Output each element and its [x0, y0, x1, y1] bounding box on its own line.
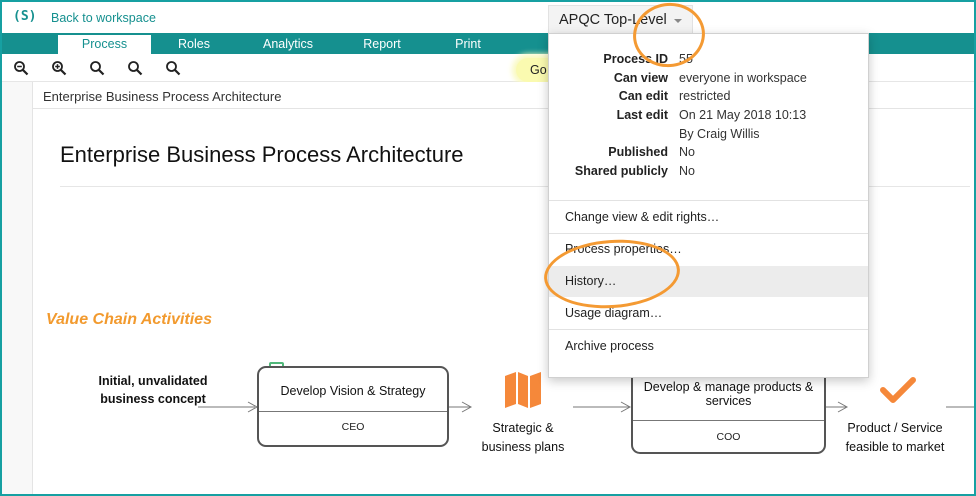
- detail-value: No: [679, 164, 695, 178]
- zoom-in-icon[interactable]: [51, 60, 67, 76]
- process-role: CEO: [341, 421, 365, 433]
- process-name: Develop & manage products & services: [643, 380, 814, 408]
- detail-key: Shared publicly: [574, 164, 668, 178]
- detail-row-can-edit: Can edit restricted: [549, 89, 868, 108]
- detail-row-last-edit: Last edit On 21 May 2018 10:13: [549, 108, 868, 127]
- menu-divider: [549, 200, 868, 201]
- app-logo: (S): [13, 9, 37, 24]
- left-gutter: [2, 82, 33, 494]
- process-box-products-services[interactable]: Develop & manage products & services COO: [631, 366, 826, 454]
- process-title: APQC Top-Level: [559, 11, 667, 28]
- map-icon: [505, 372, 541, 408]
- tab-process[interactable]: Process: [58, 35, 151, 54]
- tab-report[interactable]: Report: [350, 35, 414, 54]
- detail-key: Last edit: [616, 108, 668, 122]
- process-title-dropdown[interactable]: APQC Top-Level: [548, 5, 693, 33]
- detail-key: Can view: [613, 71, 668, 85]
- detail-key: Published: [608, 145, 668, 159]
- process-box-vision-strategy[interactable]: Develop Vision & Strategy CEO: [257, 366, 449, 447]
- output-label: Product / Service feasible to market: [845, 421, 945, 454]
- detail-key: Process ID: [603, 52, 668, 66]
- output-label: Strategic & business plans: [481, 421, 565, 454]
- back-to-workspace-link[interactable]: Back to workspace: [51, 11, 156, 25]
- detail-row-published: Published No: [549, 145, 868, 164]
- tab-analytics[interactable]: Analytics: [251, 35, 325, 54]
- detail-value: everyone in workspace: [679, 71, 807, 85]
- checkmark-icon: [880, 377, 916, 403]
- detail-row-shared-publicly: Shared publicly No: [549, 164, 868, 183]
- zoom-icon[interactable]: [127, 60, 143, 76]
- top-bar: (S) Back to workspace APQC Top-Level: [2, 2, 974, 33]
- menu-divider: [549, 329, 868, 330]
- process-info-popup: Process ID 55 Can view everyone in works…: [548, 33, 869, 378]
- detail-value: No: [679, 145, 695, 159]
- process-name: Develop Vision & Strategy: [280, 384, 426, 398]
- detail-row-last-edit-by: By Craig Willis: [549, 127, 868, 146]
- menu-item-history[interactable]: History…: [549, 266, 868, 297]
- detail-value: On 21 May 2018 10:13: [679, 108, 807, 122]
- menu-item-archive-process[interactable]: Archive process: [549, 331, 868, 362]
- detail-value: 55: [679, 52, 693, 66]
- menu-item-change-view-edit-rights[interactable]: Change view & edit rights…: [549, 202, 868, 233]
- detail-row-process-id: Process ID 55: [549, 52, 868, 71]
- zoom-out-icon[interactable]: [13, 60, 29, 76]
- detail-row-can-view: Can view everyone in workspace: [549, 71, 868, 90]
- app-window: (S) Back to workspace APQC Top-Level Pro…: [0, 0, 976, 496]
- tab-roles[interactable]: Roles: [162, 35, 226, 54]
- process-divider: [259, 411, 447, 412]
- detail-key: Can edit: [618, 89, 668, 103]
- menu-item-process-properties[interactable]: Process properties…: [549, 234, 868, 265]
- menu-item-usage-diagram[interactable]: Usage diagram…: [549, 298, 868, 329]
- detail-value: By Craig Willis: [679, 127, 760, 141]
- tab-print[interactable]: Print: [436, 35, 500, 54]
- caret-down-icon: [673, 18, 682, 23]
- process-role: COO: [716, 431, 741, 443]
- zoom-icon[interactable]: [89, 60, 105, 76]
- zoom-icon[interactable]: [165, 60, 181, 76]
- detail-value: restricted: [679, 89, 731, 103]
- process-divider: [633, 420, 824, 421]
